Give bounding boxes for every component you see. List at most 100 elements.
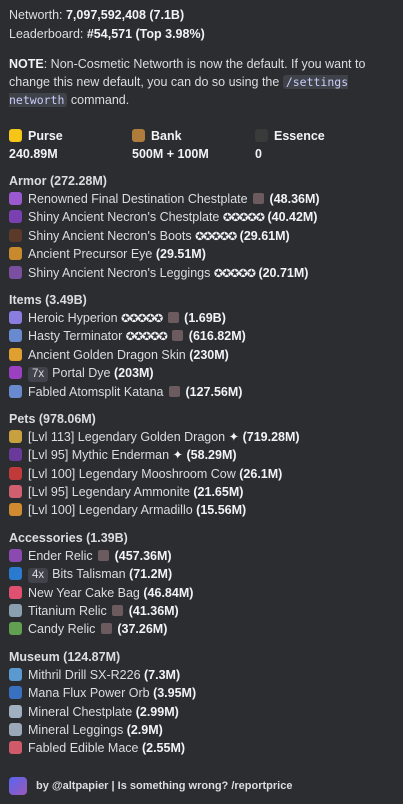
item-name: Heroic Hyperion <box>28 310 118 325</box>
item-name: Bits Talisman <box>52 567 126 582</box>
networth-embed: Networth: 7,097,592,408 (7.1B) Leaderboa… <box>0 0 403 804</box>
item-value: (41.36M) <box>128 604 179 619</box>
item-icon <box>9 247 22 261</box>
list-item: Hasty Terminator ✪✪✪✪✪ (616.82M) <box>9 327 394 345</box>
gemstone-icon <box>100 623 112 635</box>
list-item: Mana Flux Power Orb (3.95M) <box>9 684 394 702</box>
stat-2: Essence 0 <box>255 127 378 163</box>
stat-value: 240.89M <box>9 147 58 161</box>
footer-text: by @altpapier | Is something wrong? /rep… <box>36 780 293 792</box>
leaderboard-line: Leaderboard: #54,571 (Top 3.98%) <box>9 26 205 41</box>
stat-1: Bank 500M + 100M <box>132 127 255 163</box>
item-icon <box>9 567 22 581</box>
leaderboard-value: #54,571 (Top 3.98%) <box>86 26 205 41</box>
item-value: (15.56M) <box>196 503 247 518</box>
networth-value: 7,097,592,408 (7.1B) <box>65 8 185 22</box>
item-icon <box>9 604 22 618</box>
list-item: Titanium Relic (41.36M) <box>9 602 394 620</box>
item-icon <box>9 585 22 599</box>
item-value: (616.82M) <box>188 329 246 344</box>
list-item: New Year Cake Bag (46.84M) <box>9 584 394 602</box>
list-item: Mithril Drill SX-R226 (7.3M) <box>9 666 394 684</box>
item-value: (40.42M) <box>267 210 318 225</box>
list-item: 7x Portal Dye (203M) <box>9 364 394 383</box>
footer: by @altpapier | Is something wrong? /rep… <box>9 775 292 797</box>
list-item: Ancient Golden Dragon Skin (230M) <box>9 346 394 364</box>
item-name: Shiny Ancient Necron's Boots <box>28 228 192 243</box>
item-value: (3.95M) <box>153 686 197 701</box>
item-name: Shiny Ancient Necron's Leggings <box>28 265 211 280</box>
item-icon <box>9 622 22 636</box>
item-icon <box>9 210 22 224</box>
sparkle-icon: ✦ <box>228 429 240 444</box>
list-item: Mineral Leggings (2.9M) <box>9 721 394 739</box>
stat-value: 0 <box>255 147 262 161</box>
item-name: [Lvl 113] Legendary Golden Dragon <box>28 429 226 444</box>
item-name: [Lvl 100] Legendary Armadillo <box>28 503 193 518</box>
item-value: (203M) <box>114 366 154 381</box>
stars: ✪✪✪✪✪ <box>125 331 168 344</box>
section: Pets (978.06M) [Lvl 113] Legendary Golden… <box>9 410 394 520</box>
item-icon <box>9 722 22 736</box>
list-item: Shiny Ancient Necron's Boots ✪✪✪✪✪ (29.6… <box>9 227 394 245</box>
bot-avatar-icon <box>9 777 27 795</box>
wither-skull-icon <box>255 129 268 142</box>
list-item: Shiny Ancient Necron's Chestplate ✪✪✪✪✪ … <box>9 208 394 226</box>
item-name: Mineral Chestplate <box>28 704 133 719</box>
item-name: New Year Cake Bag <box>28 585 140 600</box>
list-item: Heroic Hyperion ✪✪✪✪✪ (1.69B) <box>9 309 394 327</box>
item-icon <box>9 347 22 361</box>
item-name: Mana Flux Power Orb <box>28 686 150 701</box>
gemstone-icon <box>167 311 179 323</box>
item-value: (48.36M) <box>269 192 320 206</box>
section: Accessories (1.39B) Ender Relic (457.36M)… <box>9 529 394 639</box>
item-icon <box>9 366 22 380</box>
item-name: Ancient Golden Dragon Skin <box>28 347 186 362</box>
section-title: Items (3.49B) <box>9 292 87 307</box>
item-name: Fabled Edible Mace <box>28 741 139 756</box>
item-value: (7.3M) <box>144 667 181 682</box>
item-value: (127.56M) <box>185 384 243 399</box>
sections: Armor (272.28M) Renowned Final Destinatio… <box>9 172 394 758</box>
item-value: (230M) <box>189 347 229 362</box>
item-icon <box>9 503 22 517</box>
gemstone-icon <box>168 385 180 397</box>
stat-label: Bank <box>151 129 182 143</box>
section-title: Pets (978.06M) <box>9 411 96 426</box>
item-name: Ancient Precursor Eye <box>28 247 153 262</box>
item-name: Candy Relic <box>28 622 96 637</box>
stat-value: 500M + 100M <box>132 147 209 161</box>
stars: ✪✪✪✪✪ <box>195 230 237 243</box>
item-icon <box>9 192 22 205</box>
item-value: (29.51M) <box>155 247 206 262</box>
list-item: [Lvl 100] Legendary Armadillo (15.56M) <box>9 501 394 519</box>
item-name: Fabled Atomsplit Katana <box>28 384 164 399</box>
sparkle-icon: ✦ <box>172 448 184 463</box>
list-item: [Lvl 95] Mythic Enderman ✦ (58.29M) <box>9 446 394 464</box>
gemstone-icon <box>172 330 184 342</box>
item-icon <box>9 329 22 343</box>
item-name: [Lvl 95] Legendary Ammonite <box>28 485 190 500</box>
list-item: [Lvl 95] Legendary Ammonite (21.65M) <box>9 483 394 501</box>
item-value: (29.61M) <box>239 228 290 243</box>
note-label: NOTE <box>9 57 44 71</box>
list-item: Shiny Ancient Necron's Leggings ✪✪✪✪✪ (2… <box>9 264 394 282</box>
stat-label: Essence <box>274 129 325 143</box>
item-icon <box>9 429 22 443</box>
item-value: (2.9M) <box>126 722 163 737</box>
list-item: Ender Relic (457.36M) <box>9 547 394 565</box>
list-item: Fabled Edible Mace (2.55M) <box>9 739 394 757</box>
gold-ingot-icon <box>9 129 22 142</box>
item-icon <box>9 667 22 681</box>
item-name: Hasty Terminator <box>28 329 123 344</box>
item-value: (58.29M) <box>186 448 237 463</box>
item-icon <box>9 686 22 700</box>
stars: ✪✪✪✪✪ <box>213 267 256 280</box>
item-name: [Lvl 100] Legendary Mooshroom Cow <box>28 466 236 481</box>
stars: ✪✪✪✪✪ <box>222 212 265 225</box>
item-name: Renowned Final Destination Chestplate <box>28 192 248 206</box>
count-badge: 4x <box>28 568 49 584</box>
item-icon <box>9 704 22 718</box>
stars: ✪✪✪✪✪ <box>121 312 163 325</box>
item-name: Mineral Leggings <box>28 722 124 737</box>
